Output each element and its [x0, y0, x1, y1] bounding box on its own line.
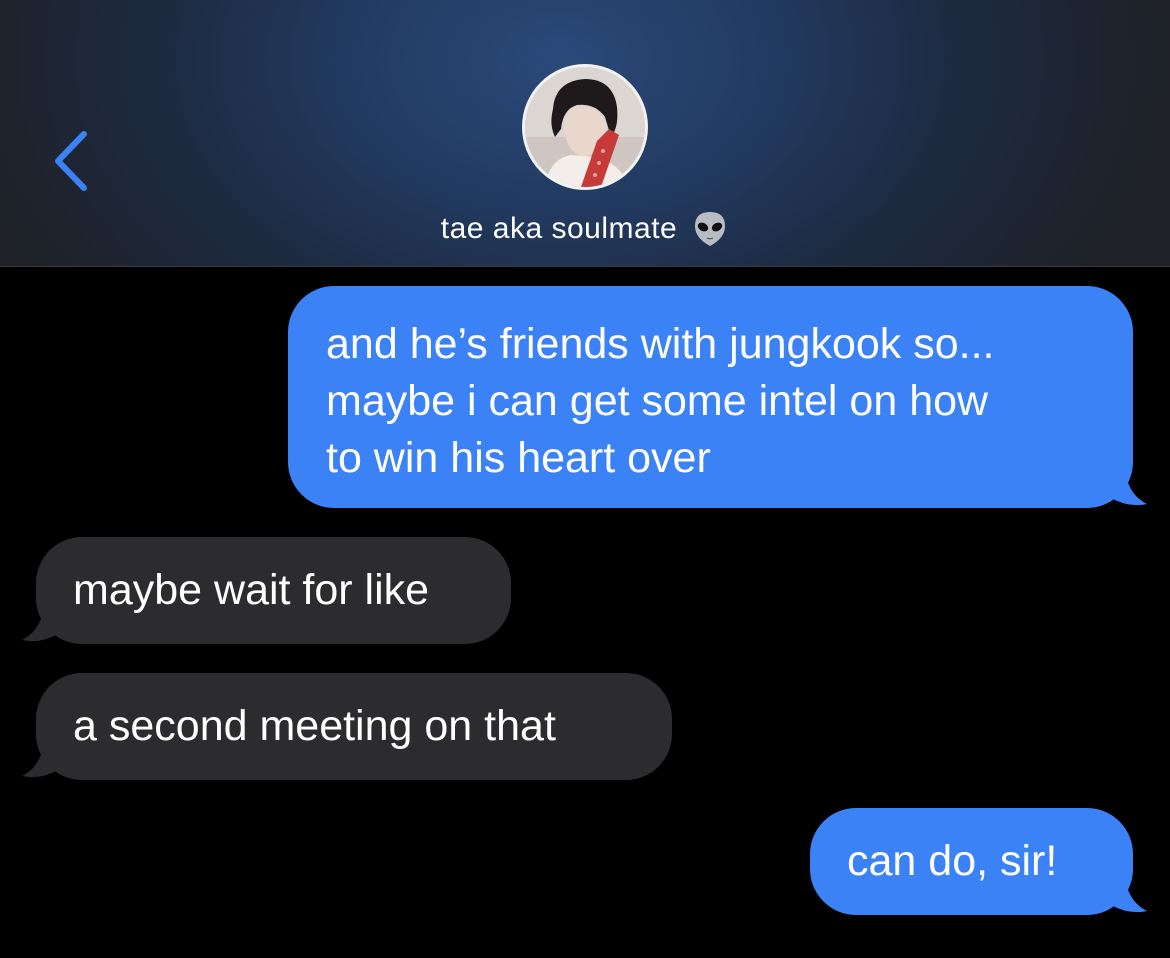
sent-message-bubble[interactable]: can do, sir!	[810, 808, 1147, 915]
conversation-header: tae aka soulmate	[0, 0, 1170, 267]
message-text: maybe wait for like	[73, 566, 430, 614]
contact-avatar[interactable]	[522, 64, 648, 190]
bubble-tail	[22, 740, 62, 778]
messages-screen: tae aka soulmate and he’s friends with j…	[0, 0, 1170, 958]
received-message-bubble[interactable]: a second meeting on that	[22, 673, 672, 780]
message-text: can do, sir!	[847, 837, 1058, 885]
received-message-bubble[interactable]: maybe wait for like	[22, 537, 511, 644]
chevron-left-icon	[55, 131, 87, 191]
bubble-tail	[1107, 875, 1147, 913]
message-text: a second meeting on that	[73, 702, 556, 750]
contact-name: tae aka soulmate	[440, 212, 678, 245]
alien-icon	[691, 210, 729, 248]
bubble-tail	[22, 604, 62, 642]
sent-message-bubble[interactable]: and he’s friends with jungkook so... may…	[288, 286, 1147, 508]
contact-name-row[interactable]: tae aka soulmate	[0, 206, 1170, 252]
bubble-tail	[1107, 468, 1147, 506]
message-text: and he’s friends with jungkook so... may…	[326, 320, 995, 482]
avatar-photo	[525, 67, 645, 187]
back-button[interactable]	[48, 128, 98, 194]
